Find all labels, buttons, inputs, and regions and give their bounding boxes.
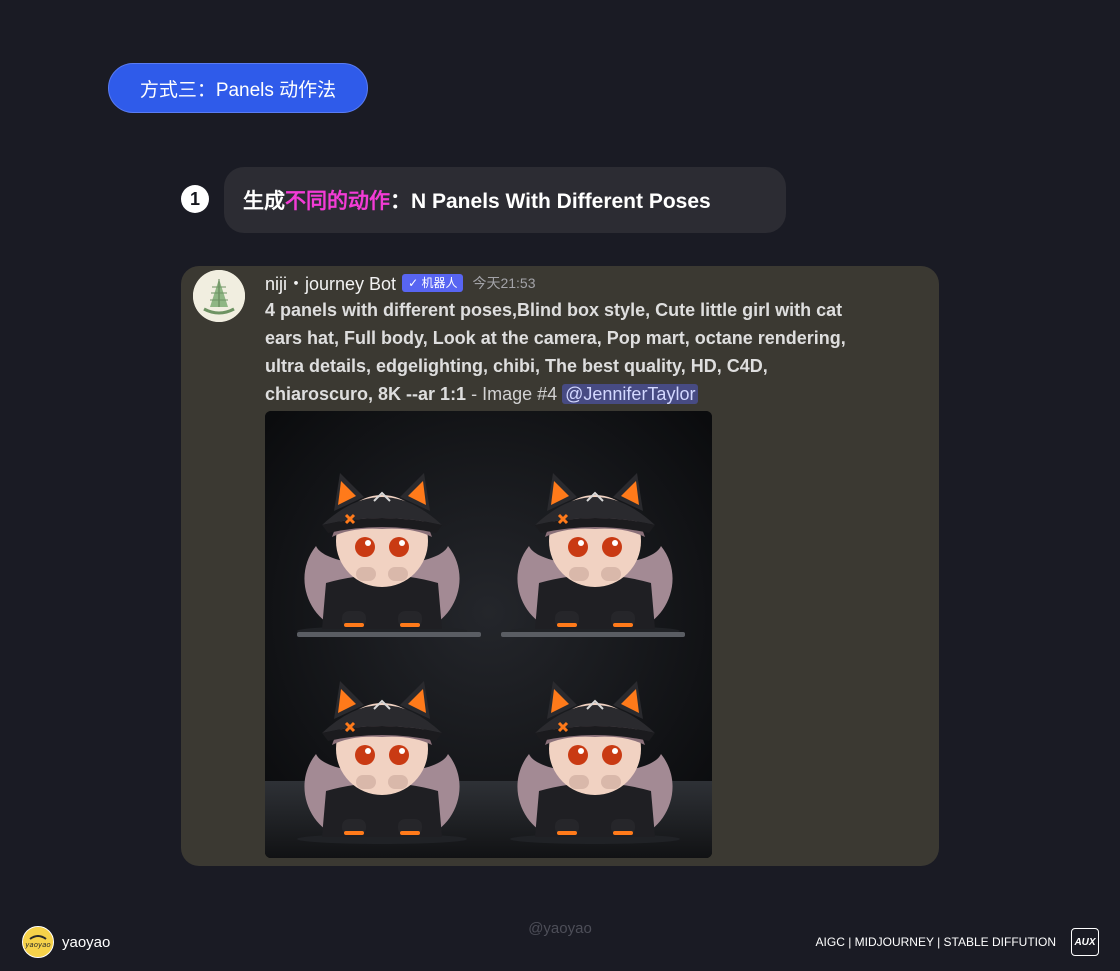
sailboat-icon [193, 270, 245, 322]
section-pill: 方式三：Panels 动作法 [108, 63, 368, 113]
bot-badge: ✓ 机器人 [402, 274, 464, 292]
discord-message-card: niji・journey Bot ✓ 机器人 今天21:53 4 panels … [181, 266, 939, 866]
footer-tags: AIGC | MIDJOURNEY | STABLE DIFFUTION [815, 935, 1056, 949]
prompt-text: 4 panels with different poses,Blind box … [265, 296, 865, 408]
heading-suffix: ：N Panels With Different Poses [390, 190, 711, 213]
heading-highlight: 不同的动作 [285, 190, 390, 213]
message-header: niji・journey Bot ✓ 机器人 今天21:53 [265, 270, 536, 296]
author-logo: yaoyao [22, 926, 54, 958]
author-logo-icon: yaoyao [23, 927, 53, 957]
heading-prefix: 生成 [243, 190, 285, 213]
author-block: yaoyao yaoyao [22, 926, 110, 958]
aux-logo: AUX [1071, 928, 1099, 956]
user-mention[interactable]: @JenniferTaylor [562, 384, 699, 404]
bot-username[interactable]: niji・journey Bot [265, 270, 396, 296]
bot-avatar[interactable] [193, 270, 245, 322]
step-number-badge: 1 [181, 185, 209, 213]
prompt-suffix: - Image #4 [466, 384, 563, 404]
author-logo-text: yaoyao [24, 941, 50, 949]
generated-image[interactable] [265, 411, 712, 858]
message-timestamp: 今天21:53 [472, 275, 536, 291]
author-name: yaoyao [62, 933, 111, 951]
step-heading: 生成 不同的动作 ：N Panels With Different Poses [224, 167, 786, 233]
figure-grid-image [265, 411, 712, 858]
